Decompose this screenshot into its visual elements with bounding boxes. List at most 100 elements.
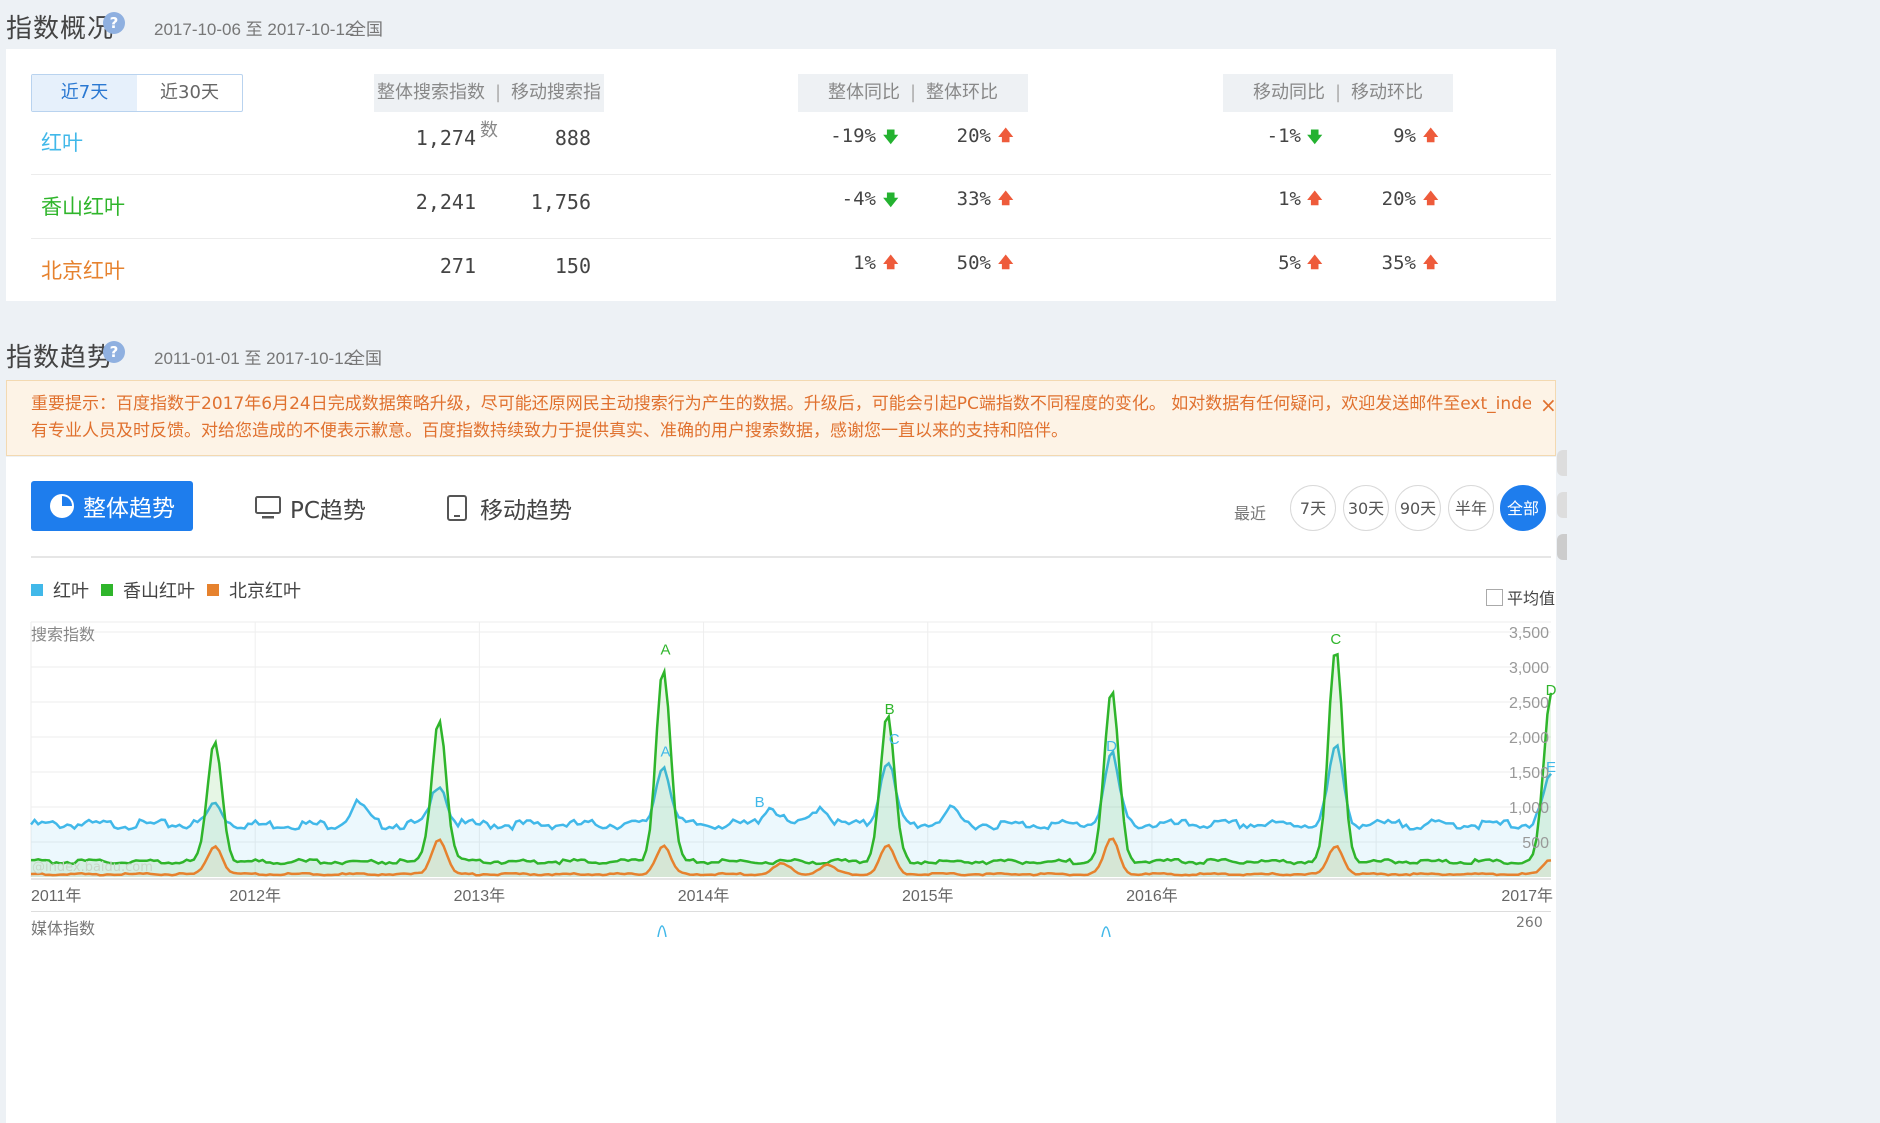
legend-swatch-xiangshan (101, 584, 113, 596)
overview-panel: 近7天 近30天 整体搜索指数 | 移动搜索指数 整体同比 | 整体环比 移动同比 | 移动… (6, 49, 1556, 301)
average-label: 平均值 (1507, 589, 1556, 608)
media-index-max: 260 (1516, 915, 1543, 931)
header-yoy-mobile[interactable]: 移动同比 (1253, 82, 1325, 103)
x-tick-label: 2011年 (31, 887, 81, 905)
header-search-total[interactable]: 整体搜索指数 (377, 82, 485, 103)
mom-total-value: 20% (956, 125, 991, 147)
x-tick-label: 2014年 (678, 887, 730, 905)
overview-date-range: 2017-10-06 至 2017-10-12 (154, 20, 355, 39)
media-index-peaks (657, 925, 1111, 937)
media-index-label: 媒体指数 (31, 919, 96, 938)
y-tick-label: 1,500 (1509, 765, 1549, 782)
annotation-marker: D (1106, 738, 1117, 755)
header-search-index: 整体搜索指数 | 移动搜索指数 (374, 74, 604, 141)
legend-item-beijing[interactable]: 北京红叶 (229, 577, 301, 603)
mobile-index-value: 1,756 (530, 190, 591, 214)
arrow-up-icon: 🡅 (1307, 189, 1323, 207)
total-index-value: 2,241 (415, 190, 476, 214)
keyword-hongye[interactable]: 红叶 (41, 127, 83, 157)
y-tick-label: 3,500 (1509, 625, 1549, 642)
legend-swatch-beijing (207, 584, 219, 596)
tab-30days[interactable]: 近30天 (137, 75, 242, 111)
arrow-up-icon: 🡅 (1423, 189, 1439, 207)
yoy-mobile-value: 1% (1278, 188, 1301, 210)
total-index-value: 271 (439, 254, 476, 278)
media-divider (31, 911, 1551, 912)
header-mom-total[interactable]: 整体环比 (926, 82, 998, 103)
keyword-beijing-hongye[interactable]: 北京红叶 (41, 255, 125, 285)
arrow-up-icon: 🡅 (1423, 126, 1439, 144)
annotation-marker: A (660, 744, 670, 761)
notice-banner: 重要提示：百度指数于2017年6月24日完成数据策略升级，尽可能还原网民主动搜索… (6, 380, 1556, 456)
header-mom-mobile[interactable]: 移动环比 (1351, 82, 1423, 103)
yoy-total-value: -4% (841, 188, 876, 210)
trend-date-range: 2011-01-01 至 2017-10-12 (154, 349, 354, 368)
range-half-year-button[interactable]: 半年 (1448, 485, 1494, 531)
header-yoy-total[interactable]: 整体同比 (828, 82, 900, 103)
row-divider (31, 174, 1551, 175)
overall-trend-button[interactable]: 整体趋势 (31, 481, 193, 531)
yoy-mobile-value: -1% (1266, 125, 1301, 147)
header-mobile-compare: 移动同比 | 移动环比 (1223, 74, 1453, 112)
range-90days-button[interactable]: 90天 (1395, 485, 1441, 531)
notice-line-2: 有专业人员及时反馈。对给您造成的不便表示歉意。百度指数持续致力于提供真实、准确的… (31, 421, 1068, 441)
x-tick-label: 2013年 (454, 887, 506, 905)
range-all-button[interactable]: 全部 (1500, 485, 1546, 531)
annotation-marker: C (1330, 631, 1341, 648)
yoy-mobile-value: 5% (1278, 252, 1301, 274)
mom-mobile-value: 20% (1381, 188, 1416, 210)
yoy-total-value: -19% (830, 125, 876, 147)
y-axis-label: 搜索指数 (31, 625, 96, 644)
mobile-trend-button[interactable]: 移动趋势 (446, 491, 572, 525)
tab-7days[interactable]: 近7天 (32, 75, 137, 111)
pie-chart-icon (50, 494, 74, 518)
help-icon[interactable]: ? (103, 341, 125, 363)
total-index-value: 1,274 (415, 126, 476, 150)
keyword-xiangshan-hongye[interactable]: 香山红叶 (41, 191, 125, 221)
legend-swatch-hongye (31, 584, 43, 596)
chart-legend: 红叶 香山红叶 北京红叶 (31, 577, 301, 603)
watermark: @index.baidu.com (32, 860, 153, 875)
x-tick-label: 2017年 (1501, 887, 1553, 905)
toolbar-divider (31, 556, 1551, 558)
header-separator: | (494, 82, 502, 103)
help-icon[interactable]: ? (103, 12, 125, 34)
range-7days-button[interactable]: 7天 (1290, 485, 1336, 531)
monitor-icon (255, 496, 281, 519)
y-tick-label: 1,000 (1509, 800, 1549, 817)
pc-trend-button[interactable]: PC趋势 (254, 491, 366, 525)
arrow-down-icon: 🡇 (1307, 128, 1323, 146)
x-tick-label: 2012年 (229, 887, 281, 905)
legend-item-xiangshan[interactable]: 香山红叶 (123, 577, 195, 603)
legend-item-hongye[interactable]: 红叶 (53, 577, 89, 603)
side-toolbar-edge[interactable] (1557, 440, 1569, 640)
y-tick-label: 2,500 (1509, 695, 1549, 712)
x-tick-label: 2015年 (902, 887, 954, 905)
close-icon[interactable]: × (1540, 393, 1557, 417)
arrow-down-icon: 🡇 (883, 191, 899, 209)
notice-line-1: 重要提示：百度指数于2017年6月24日完成数据策略升级，尽可能还原网民主动搜索… (31, 394, 1531, 414)
mom-mobile-value: 9% (1393, 125, 1416, 147)
arrow-up-icon: 🡅 (998, 189, 1014, 207)
header-separator: | (909, 82, 917, 103)
period-tabs: 近7天 近30天 (31, 74, 243, 112)
mom-total-value: 50% (956, 252, 991, 274)
arrow-up-icon: 🡅 (1307, 253, 1323, 271)
row-divider (31, 238, 1551, 239)
y-tick-label: 500 (1522, 835, 1549, 852)
header-total-compare: 整体同比 | 整体环比 (798, 74, 1028, 112)
overall-trend-label: 整体趋势 (83, 496, 175, 522)
mobile-index-value: 888 (554, 126, 591, 150)
y-tick-label: 2,000 (1509, 730, 1549, 747)
trend-panel: 整体趋势 PC趋势 移动趋势 最近 7天 30天 90天 半年 全部 红叶 香山… (6, 457, 1556, 1123)
mobile-index-value: 150 (554, 254, 591, 278)
yoy-total-value: 1% (853, 252, 876, 274)
mobile-trend-label: 移动趋势 (480, 498, 572, 524)
range-30days-button[interactable]: 30天 (1343, 485, 1389, 531)
arrow-down-icon: 🡇 (883, 128, 899, 146)
trend-region: 全国 (348, 349, 382, 368)
average-checkbox[interactable] (1486, 588, 1503, 606)
mobile-phone-icon (447, 495, 467, 521)
search-index-chart[interactable]: AABBC DCDE 3,5003,0002,5002,0001,5001,000… (6, 607, 1556, 907)
average-toggle[interactable]: 平均值 (1486, 585, 1555, 609)
